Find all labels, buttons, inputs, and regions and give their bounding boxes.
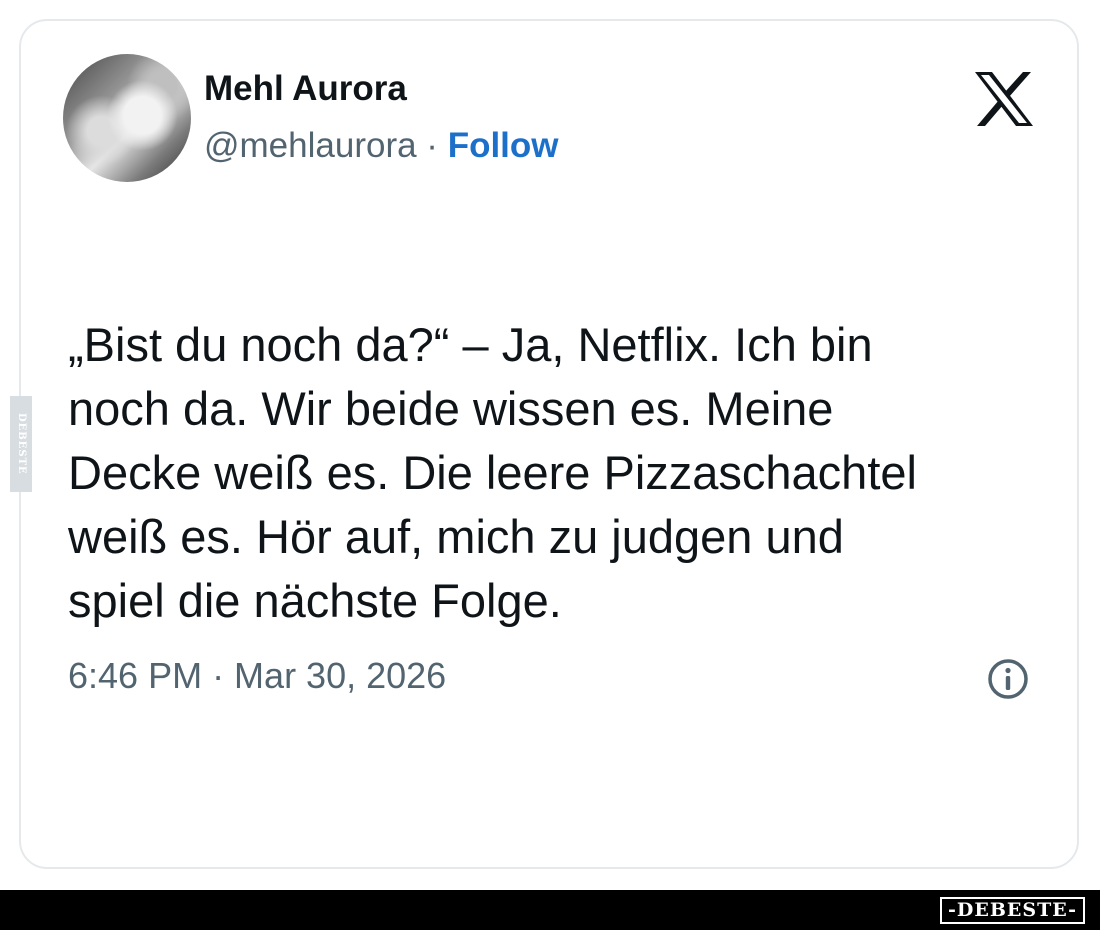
brand-watermark: -DEBESTE- xyxy=(940,897,1085,924)
author-handle[interactable]: @mehlaurora xyxy=(204,126,417,165)
bottom-bar: -DEBESTE- xyxy=(0,890,1100,930)
follow-link[interactable]: Follow xyxy=(448,126,559,165)
info-icon[interactable] xyxy=(986,657,1030,701)
timestamp[interactable]: 6:46 PM · Mar 30, 2026 xyxy=(68,655,446,697)
x-logo-icon[interactable] xyxy=(973,71,1035,127)
tweet-text: „Bist du noch da?“ – Ja, Netflix. Ich bi… xyxy=(68,318,917,627)
author-name[interactable]: Mehl Aurora xyxy=(204,69,407,109)
handle-separator: · xyxy=(416,126,448,165)
avatar[interactable] xyxy=(63,54,191,182)
tweet-card: Mehl Aurora @mehlaurora · Follow „Bist d… xyxy=(19,19,1079,869)
side-watermark: DEBESTE xyxy=(10,396,32,492)
handle-row: @mehlaurora · Follow xyxy=(204,126,559,166)
